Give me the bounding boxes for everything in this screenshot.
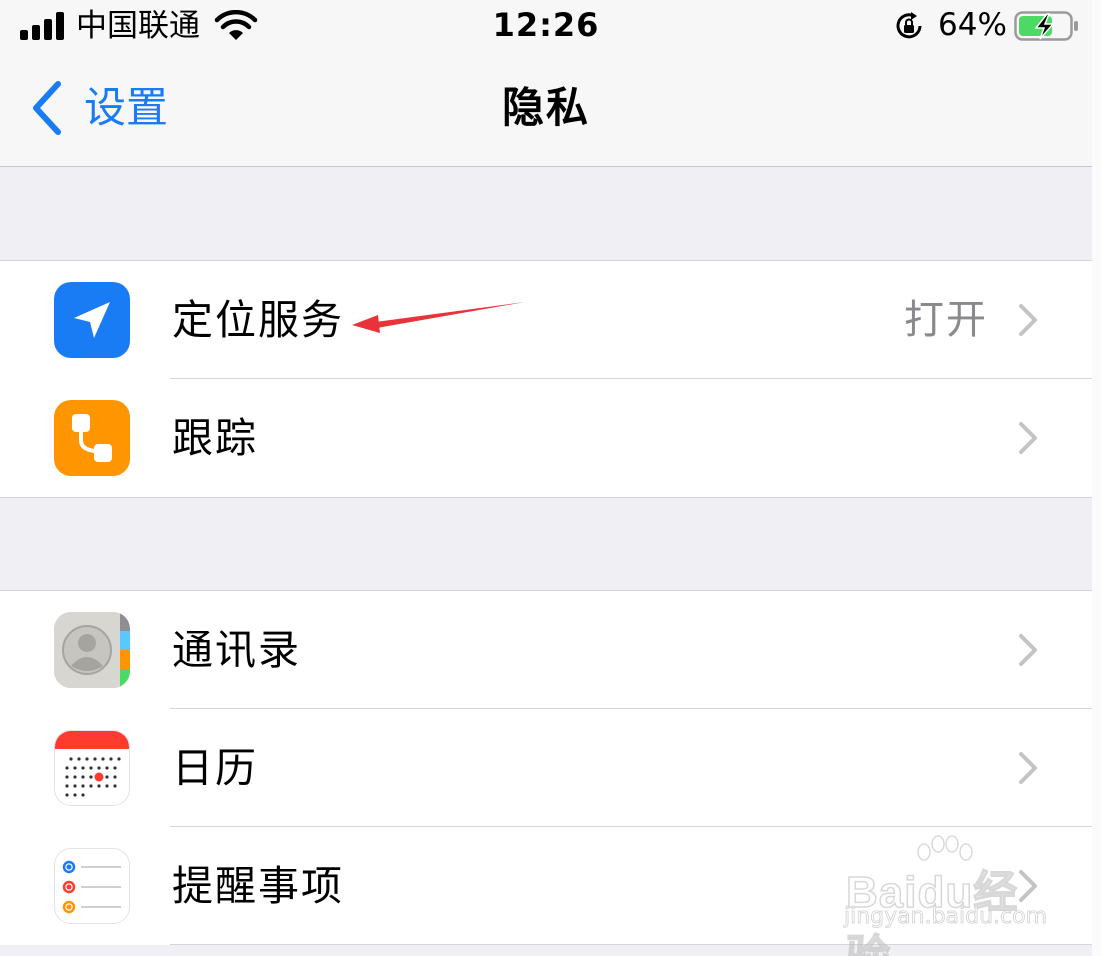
orientation-lock-icon bbox=[896, 12, 922, 39]
section-location-tracking: 定位服务 打开 跟踪 bbox=[0, 260, 1092, 498]
tracking-icon bbox=[54, 400, 130, 476]
screen-edge bbox=[1092, 0, 1101, 956]
annotation-arrow bbox=[352, 302, 525, 333]
row-label: 通讯录 bbox=[172, 626, 301, 674]
battery-percentage: 64% bbox=[938, 7, 1007, 43]
row-contacts[interactable]: 通讯录 bbox=[0, 591, 1092, 709]
contacts-icon bbox=[54, 612, 130, 688]
chevron-right-icon bbox=[1019, 422, 1037, 454]
chevron-right-icon bbox=[1019, 304, 1037, 336]
row-label: 提醒事项 bbox=[172, 862, 344, 910]
row-label: 跟踪 bbox=[172, 414, 258, 462]
page-title: 隐私 bbox=[501, 83, 590, 132]
calendar-icon bbox=[54, 730, 130, 806]
watermark-url: jingyan.baidu.com bbox=[844, 904, 1048, 930]
navigation-bar: 设置 隐私 bbox=[0, 56, 1092, 167]
chevron-right-icon bbox=[1019, 752, 1037, 784]
chevron-right-icon bbox=[1019, 634, 1037, 666]
row-location-services[interactable]: 定位服务 打开 bbox=[0, 261, 1092, 379]
row-tracking[interactable]: 跟踪 bbox=[0, 379, 1092, 497]
row-label: 定位服务 bbox=[172, 296, 344, 344]
clock: 12:26 bbox=[492, 6, 600, 44]
location-arrow-icon bbox=[54, 282, 130, 358]
status-bar: 中国联通 12:26 64% bbox=[0, 0, 1092, 56]
baidu-watermark: Baidu经验 jingyan.baidu.com bbox=[840, 830, 1050, 956]
battery-charging-icon bbox=[1014, 11, 1078, 41]
privacy-settings-screen: 中国联通 12:26 64% 设置 隐私 定位服务 打开 跟踪 通讯录 日历 提… bbox=[0, 0, 1092, 956]
row-calendar[interactable]: 日历 bbox=[0, 709, 1092, 827]
reminders-icon bbox=[54, 848, 130, 924]
row-label: 日历 bbox=[172, 744, 258, 792]
row-value: 打开 bbox=[904, 297, 988, 343]
